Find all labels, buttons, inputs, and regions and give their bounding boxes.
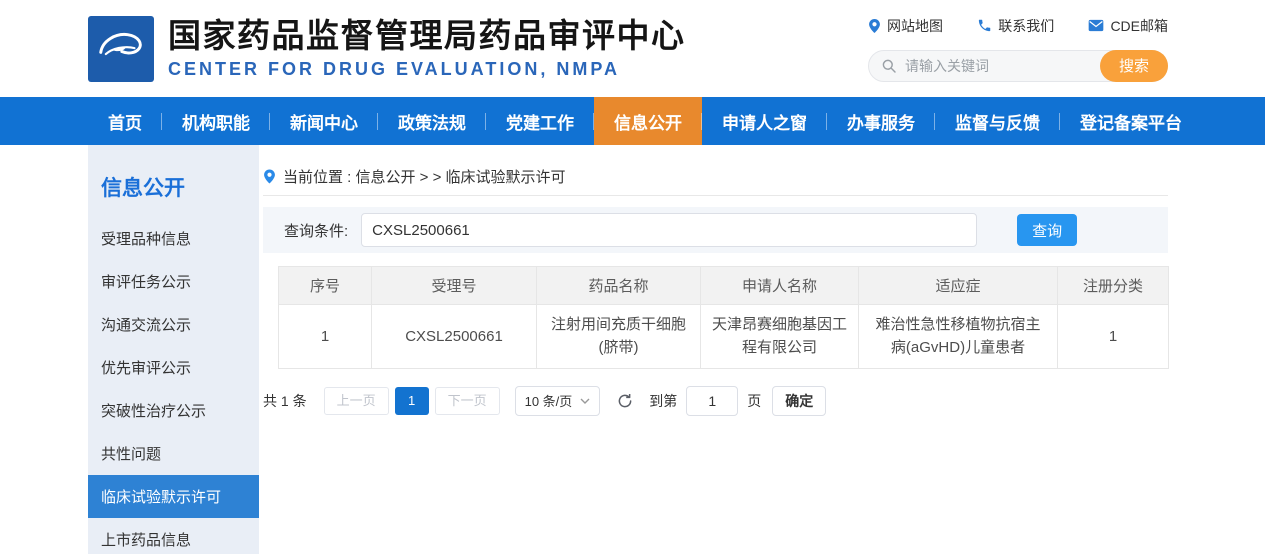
sidebar-item-communication[interactable]: 沟通交流公示 <box>88 303 259 346</box>
nav-item-news-center[interactable]: 新闻中心 <box>270 97 378 145</box>
location-pin-icon <box>263 168 276 185</box>
sidebar: 信息公开 受理品种信息 审评任务公示 沟通交流公示 优先审评公示 突破性治疗公示… <box>88 145 259 554</box>
site-search-input[interactable] <box>905 58 1097 74</box>
cell-registration-category: 1 <box>1058 305 1169 369</box>
nav-item-label: 政策法规 <box>398 109 466 134</box>
brand: 国家药品监督管理局药品审评中心 CENTER FOR DRUG EVALUATI… <box>88 16 686 82</box>
table-header-row: 序号 受理号 药品名称 申请人名称 适应症 注册分类 <box>279 267 1169 305</box>
sidebar-item-breakthrough-therapy[interactable]: 突破性治疗公示 <box>88 389 259 432</box>
sidebar-title: 信息公开 <box>88 145 259 217</box>
cell-indication: 难治性急性移植物抗宿主病(aGvHD)儿童患者 <box>859 305 1058 369</box>
col-header-drug-name: 药品名称 <box>537 267 701 305</box>
swan-swirl-icon <box>94 22 148 76</box>
nav-item-registration-platform[interactable]: 登记备案平台 <box>1060 97 1202 145</box>
site-search-bar: 搜索 <box>868 50 1168 82</box>
sitemap-link-label: 网站地图 <box>887 16 943 36</box>
nav-item-home[interactable]: 首页 <box>88 97 162 145</box>
col-header-indication: 适应症 <box>859 267 1058 305</box>
col-header-registration-category: 注册分类 <box>1058 267 1169 305</box>
nav-item-label: 办事服务 <box>847 109 915 134</box>
sidebar-item-common-issues[interactable]: 共性问题 <box>88 432 259 475</box>
quick-links: 网站地图 联系我们 CDE邮箱 <box>868 16 1168 36</box>
nav-item-info-disclosure[interactable]: 信息公开 <box>594 97 702 145</box>
pagination: 共 1 条 上一页 1 下一页 10 条/页 到第 页 确定 <box>263 386 1168 416</box>
cde-mail-link-label: CDE邮箱 <box>1110 16 1168 36</box>
goto-page-unit: 页 <box>747 391 761 411</box>
query-input[interactable] <box>361 213 977 247</box>
contact-us-link[interactable]: 联系我们 <box>977 16 1054 36</box>
page-number-button[interactable]: 1 <box>395 387 429 415</box>
sidebar-item-clinical-trial-implied-license[interactable]: 临床试验默示许可 <box>88 475 259 518</box>
envelope-icon <box>1088 19 1104 32</box>
table-row: 1 CXSL2500661 注射用间充质干细胞(脐带) 天津昂赛细胞基因工程有限… <box>279 305 1169 369</box>
breadcrumb-text: 当前位置 : 信息公开 > > 临床试验默示许可 <box>283 166 566 187</box>
prev-page-button[interactable]: 上一页 <box>324 387 389 415</box>
site-header: 国家药品监督管理局药品审评中心 CENTER FOR DRUG EVALUATI… <box>0 0 1265 97</box>
nav-item-label: 机构职能 <box>182 109 250 134</box>
header-right: 网站地图 联系我们 CDE邮箱 <box>868 16 1168 82</box>
query-button[interactable]: 查询 <box>1017 214 1077 246</box>
site-title: 国家药品监督管理局药品审评中心 <box>168 17 686 55</box>
query-label: 查询条件: <box>284 220 348 241</box>
main-nav: 首页 机构职能 新闻中心 政策法规 党建工作 信息公开 申请人之窗 办事服务 监… <box>0 97 1265 145</box>
nav-item-label: 登记备案平台 <box>1080 109 1182 134</box>
cell-index: 1 <box>279 305 372 369</box>
nav-item-org-functions[interactable]: 机构职能 <box>162 97 270 145</box>
nav-item-label: 信息公开 <box>614 109 682 134</box>
refresh-icon[interactable] <box>616 392 634 410</box>
site-search-button[interactable]: 搜索 <box>1100 50 1168 82</box>
nav-item-services[interactable]: 办事服务 <box>827 97 935 145</box>
page-size-value: 10 条/页 <box>525 391 573 410</box>
col-header-index: 序号 <box>279 267 372 305</box>
nav-item-label: 首页 <box>108 109 142 134</box>
brand-text: 国家药品监督管理局药品审评中心 CENTER FOR DRUG EVALUATI… <box>168 17 686 80</box>
confirm-button[interactable]: 确定 <box>772 386 826 416</box>
magnifier-icon <box>881 58 897 74</box>
query-panel: 查询条件: 查询 <box>263 207 1168 253</box>
sidebar-item-review-tasks[interactable]: 审评任务公示 <box>88 260 259 303</box>
goto-page-input[interactable] <box>686 386 738 416</box>
nav-item-supervision-feedback[interactable]: 监督与反馈 <box>935 97 1060 145</box>
next-page-button[interactable]: 下一页 <box>435 387 500 415</box>
main-area: 信息公开 受理品种信息 审评任务公示 沟通交流公示 优先审评公示 突破性治疗公示… <box>0 145 1265 554</box>
sidebar-item-marketed-drugs[interactable]: 上市药品信息 <box>88 518 259 554</box>
location-pin-icon <box>868 18 881 34</box>
sidebar-item-accepted-varieties[interactable]: 受理品种信息 <box>88 217 259 260</box>
nav-item-label: 申请人之窗 <box>722 109 807 134</box>
col-header-acceptance-number: 受理号 <box>372 267 537 305</box>
cde-mail-link[interactable]: CDE邮箱 <box>1088 16 1168 36</box>
nav-item-party-building[interactable]: 党建工作 <box>486 97 594 145</box>
sidebar-item-priority-review[interactable]: 优先审评公示 <box>88 346 259 389</box>
nav-item-label: 新闻中心 <box>290 109 358 134</box>
results-table: 序号 受理号 药品名称 申请人名称 适应症 注册分类 1 CXSL2500661… <box>278 266 1169 369</box>
phone-icon <box>977 18 992 33</box>
nav-item-policies[interactable]: 政策法规 <box>378 97 486 145</box>
nav-item-applicant-window[interactable]: 申请人之窗 <box>702 97 827 145</box>
site-subtitle: CENTER FOR DRUG EVALUATION, NMPA <box>168 59 686 80</box>
col-header-applicant-name: 申请人名称 <box>701 267 859 305</box>
pagination-total: 共 1 条 <box>263 391 307 411</box>
cell-applicant-name: 天津昂赛细胞基因工程有限公司 <box>701 305 859 369</box>
page-size-select[interactable]: 10 条/页 <box>515 386 601 416</box>
contact-us-link-label: 联系我们 <box>998 16 1054 36</box>
cell-drug-name: 注射用间充质干细胞(脐带) <box>537 305 701 369</box>
nav-item-label: 监督与反馈 <box>955 109 1040 134</box>
cde-logo-icon <box>88 16 154 82</box>
chevron-down-icon <box>580 398 590 404</box>
cell-acceptance-number: CXSL2500661 <box>372 305 537 369</box>
goto-page-label: 到第 <box>649 391 677 411</box>
breadcrumb: 当前位置 : 信息公开 > > 临床试验默示许可 <box>263 158 1168 196</box>
sitemap-link[interactable]: 网站地图 <box>868 16 943 36</box>
nav-item-label: 党建工作 <box>506 109 574 134</box>
content: 当前位置 : 信息公开 > > 临床试验默示许可 查询条件: 查询 序号 受理号… <box>263 145 1168 554</box>
